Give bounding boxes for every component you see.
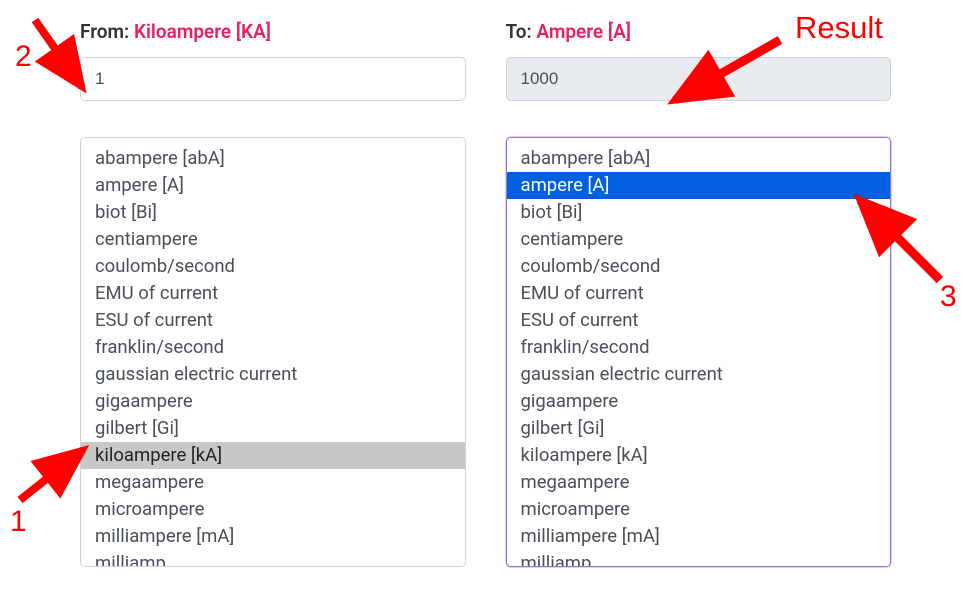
list-item[interactable]: biot [Bi] [81, 199, 465, 226]
list-item[interactable]: gaussian electric current [81, 361, 465, 388]
list-item[interactable]: kiloampere [kA] [81, 442, 465, 469]
to-label: To: [506, 20, 532, 43]
to-column: To: Ampere [A] abampere [abA]ampere [A]b… [506, 20, 892, 567]
list-item[interactable]: ESU of current [81, 307, 465, 334]
list-item[interactable]: milliampere [mA] [81, 523, 465, 550]
from-label-row: From: Kiloampere [KA] [80, 20, 466, 43]
list-item[interactable]: gilbert [Gi] [81, 415, 465, 442]
list-item[interactable]: gilbert [Gi] [507, 415, 891, 442]
list-item[interactable]: coulomb/second [81, 253, 465, 280]
list-item[interactable]: microampere [507, 496, 891, 523]
list-item[interactable]: ampere [A] [507, 172, 891, 199]
list-item[interactable]: abampere [abA] [81, 145, 465, 172]
list-item[interactable]: ampere [A] [81, 172, 465, 199]
from-label: From: [80, 20, 129, 43]
from-column: From: Kiloampere [KA] abampere [abA]ampe… [80, 20, 466, 567]
from-value-input[interactable] [80, 57, 466, 101]
list-item[interactable]: EMU of current [507, 280, 891, 307]
to-value-output [506, 57, 892, 101]
list-item[interactable]: kiloampere [kA] [507, 442, 891, 469]
list-item[interactable]: milliamp [507, 550, 891, 567]
to-unit-name: Ampere [A] [536, 20, 631, 43]
list-item[interactable]: gigaampere [507, 388, 891, 415]
list-item[interactable]: abampere [abA] [507, 145, 891, 172]
list-item[interactable]: megaampere [81, 469, 465, 496]
list-item[interactable]: centiampere [507, 226, 891, 253]
list-item[interactable]: milliampere [mA] [507, 523, 891, 550]
list-item[interactable]: ESU of current [507, 307, 891, 334]
list-item[interactable]: megaampere [507, 469, 891, 496]
list-item[interactable]: franklin/second [507, 334, 891, 361]
list-item[interactable]: biot [Bi] [507, 199, 891, 226]
list-item[interactable]: microampere [81, 496, 465, 523]
list-item[interactable]: gaussian electric current [507, 361, 891, 388]
from-unit-name: Kiloampere [KA] [134, 20, 271, 43]
list-item[interactable]: coulomb/second [507, 253, 891, 280]
list-item[interactable]: milliamp [81, 550, 465, 567]
list-item[interactable]: gigaampere [81, 388, 465, 415]
list-item[interactable]: franklin/second [81, 334, 465, 361]
to-unit-list[interactable]: abampere [abA]ampere [A]biot [Bi]centiam… [506, 137, 892, 567]
to-label-row: To: Ampere [A] [506, 20, 892, 43]
list-item[interactable]: centiampere [81, 226, 465, 253]
list-item[interactable]: EMU of current [81, 280, 465, 307]
from-unit-list[interactable]: abampere [abA]ampere [A]biot [Bi]centiam… [80, 137, 466, 567]
